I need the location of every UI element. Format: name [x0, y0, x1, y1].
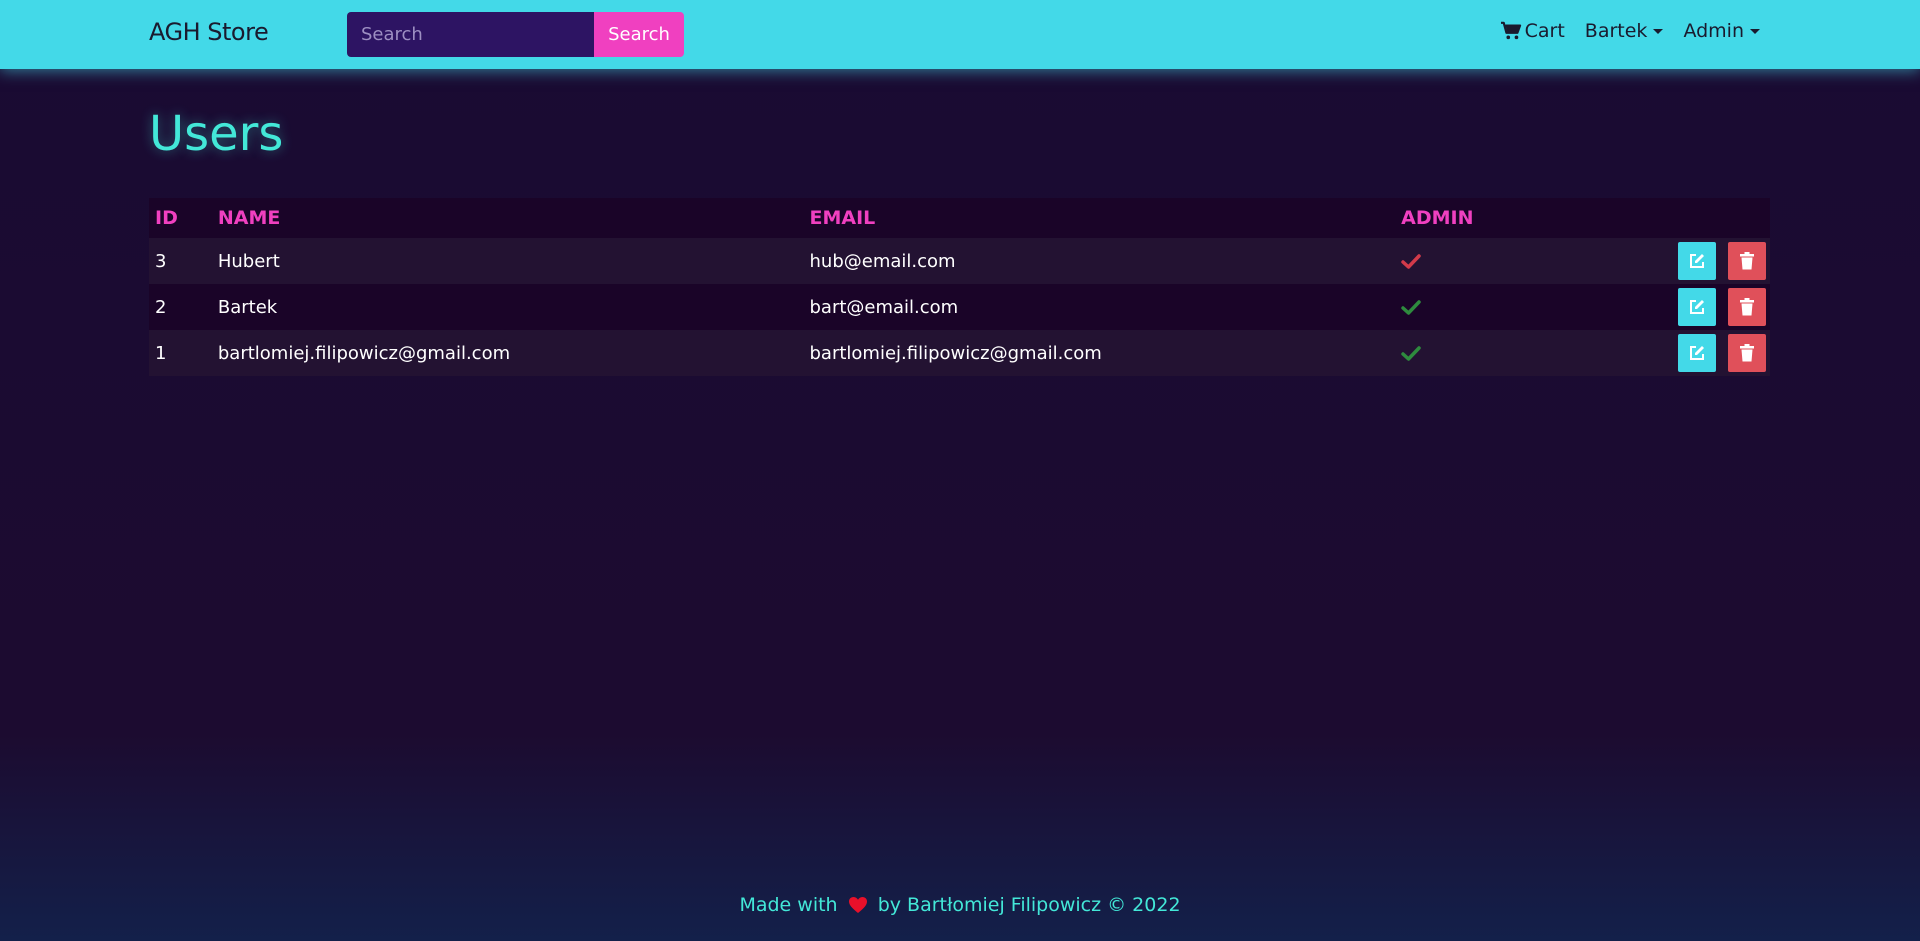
cell-actions	[1666, 330, 1770, 376]
user-menu-label: Bartek	[1584, 20, 1648, 42]
header-email: EMAIL	[803, 198, 1396, 238]
admin-menu-dropdown[interactable]: Admin	[1683, 20, 1760, 42]
cell-name: bartlomiej.filipowicz@gmail.com	[211, 330, 804, 376]
edit-user-button[interactable]	[1678, 288, 1717, 326]
caret-down-icon	[1750, 28, 1760, 34]
edit-icon	[1690, 300, 1705, 314]
delete-user-button[interactable]	[1728, 288, 1766, 326]
cell-email: hub@email.com	[803, 238, 1396, 284]
delete-user-button[interactable]	[1728, 242, 1766, 280]
edit-icon	[1690, 346, 1705, 360]
caret-down-icon	[1653, 28, 1664, 34]
header-admin: ADMIN	[1395, 198, 1667, 238]
cell-email: bart@email.com	[803, 284, 1396, 330]
nav-right-menu: Cart Bartek Admin	[1500, 20, 1760, 42]
edit-user-button[interactable]	[1678, 334, 1717, 372]
cart-link[interactable]: Cart	[1500, 20, 1565, 42]
footer: Made with by Bartłomiej Filipowicz © 202…	[0, 894, 1920, 916]
cell-id: 2	[149, 284, 212, 330]
users-table: ID NAME EMAIL ADMIN 3 Hubert hub@email.c…	[149, 198, 1770, 376]
cart-label: Cart	[1524, 20, 1565, 42]
user-menu-dropdown[interactable]: Bartek	[1585, 20, 1664, 42]
table-header-row: ID NAME EMAIL ADMIN	[149, 198, 1770, 238]
header-name: NAME	[211, 198, 804, 238]
check-icon	[1401, 299, 1421, 315]
header-actions	[1666, 198, 1770, 238]
search-button[interactable]: Search	[594, 12, 684, 57]
brand-link[interactable]: AGH Store	[149, 18, 269, 46]
table-row: 1 bartlomiej.filipowicz@gmail.com bartlo…	[149, 330, 1770, 376]
cell-name: Bartek	[211, 284, 804, 330]
trash-icon	[1740, 252, 1754, 270]
cell-admin	[1395, 238, 1667, 284]
cell-id: 1	[149, 330, 212, 376]
cell-admin	[1395, 330, 1667, 376]
heart-icon	[848, 897, 867, 913]
navbar: AGH Store Search Cart Bartek Admin	[0, 0, 1920, 69]
cell-id: 3	[149, 238, 212, 284]
page-title: Users	[149, 106, 284, 162]
cell-admin	[1395, 284, 1667, 330]
delete-user-button[interactable]	[1728, 334, 1766, 372]
check-icon	[1401, 253, 1421, 269]
search-input[interactable]	[347, 12, 594, 57]
trash-icon	[1740, 344, 1754, 362]
footer-prefix: Made with	[739, 894, 838, 916]
check-icon	[1401, 345, 1421, 361]
footer-suffix: by Bartłomiej Filipowicz © 2022	[877, 894, 1181, 916]
table-row: 3 Hubert hub@email.com	[149, 238, 1770, 284]
edit-user-button[interactable]	[1678, 242, 1717, 280]
cell-actions	[1666, 238, 1770, 284]
cell-email: bartlomiej.filipowicz@gmail.com	[803, 330, 1396, 376]
cart-icon	[1500, 21, 1521, 40]
search-form: Search	[347, 12, 684, 57]
header-id: ID	[149, 198, 212, 238]
admin-menu-label: Admin	[1683, 20, 1744, 42]
cell-actions	[1666, 284, 1770, 330]
edit-icon	[1690, 254, 1705, 268]
trash-icon	[1740, 298, 1754, 316]
cell-name: Hubert	[211, 238, 804, 284]
table-row: 2 Bartek bart@email.com	[149, 284, 1770, 330]
